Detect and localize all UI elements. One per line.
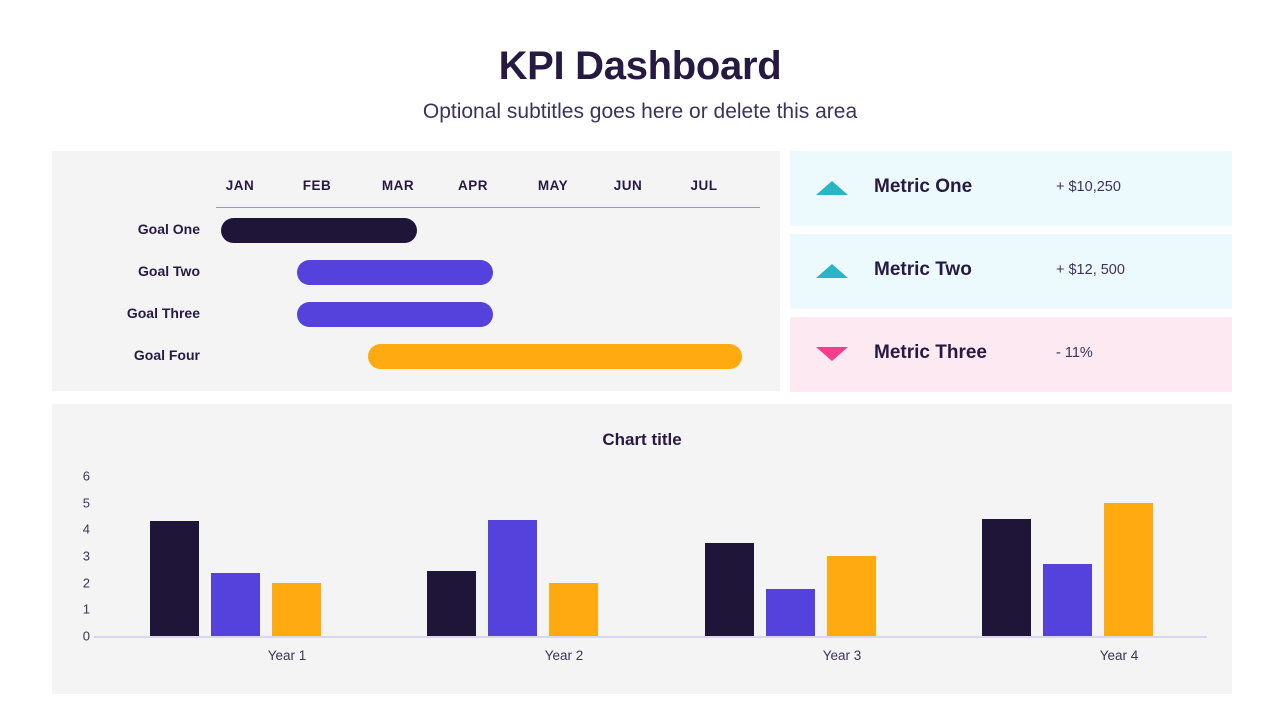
gantt-row: Goal Two: [52, 252, 780, 294]
gantt-row-label: Goal Four: [52, 347, 200, 363]
page-title: KPI Dashboard: [0, 0, 1280, 88]
metric-value: - 11%: [1056, 345, 1093, 361]
metric-card[interactable]: Metric One + $10,250: [790, 151, 1232, 226]
bar-chart-plot: 0 1 2 3 4 5 6 Year 1 Year 2 Year 3 Year 4: [52, 404, 1232, 694]
chart-bar[interactable]: [211, 573, 260, 636]
chart-bar[interactable]: [272, 583, 321, 636]
gantt-bar[interactable]: [297, 260, 493, 285]
metric-cards: Metric One+ $10,250Metric Two+ $12, 500M…: [790, 151, 1232, 391]
x-axis-group-label: Year 4: [1100, 648, 1139, 663]
y-axis-tick: 5: [64, 495, 90, 510]
gantt-month-jun: JUN: [614, 178, 643, 193]
y-axis-tick: 1: [64, 602, 90, 617]
metric-label: Metric Three: [874, 342, 987, 364]
gantt-month-apr: APR: [458, 178, 488, 193]
y-axis-tick: 0: [64, 629, 90, 644]
gantt-month-jan: JAN: [226, 178, 255, 193]
chart-bar[interactable]: [827, 556, 876, 636]
y-axis-tick: 4: [64, 522, 90, 537]
metric-label: Metric One: [874, 176, 972, 198]
triangle-down-icon: [816, 347, 848, 361]
triangle-up-icon: [816, 181, 848, 195]
chart-bar[interactable]: [488, 520, 537, 636]
gantt-bar[interactable]: [297, 302, 493, 327]
chart-bar[interactable]: [549, 583, 598, 636]
bar-chart-panel: Chart title 0123456Year 1Year 2Year 3Yea…: [52, 404, 1232, 694]
gantt-month-mar: MAR: [382, 178, 414, 193]
gantt-axis-line: [216, 207, 760, 208]
page-subtitle: Optional subtitles goes here or delete t…: [0, 88, 1280, 123]
chart-x-axis-line: [94, 636, 1207, 638]
chart-bar[interactable]: [1104, 503, 1153, 637]
metric-value: + $10,250: [1056, 179, 1121, 195]
metric-label: Metric Two: [874, 259, 972, 281]
chart-bar[interactable]: [150, 521, 199, 636]
metric-card[interactable]: Metric Two + $12, 500: [790, 234, 1232, 309]
y-axis-tick: 2: [64, 575, 90, 590]
gantt-row-label: Goal One: [52, 221, 200, 237]
metric-value: + $12, 500: [1056, 262, 1125, 278]
gantt-row: Goal Three: [52, 294, 780, 336]
gantt-row-label: Goal Three: [52, 305, 200, 321]
chart-bar[interactable]: [427, 571, 476, 636]
dashboard-header: KPI Dashboard Optional subtitles goes he…: [0, 0, 1280, 123]
chart-bar[interactable]: [982, 519, 1031, 636]
gantt-month-feb: FEB: [303, 178, 332, 193]
gantt-month-header: JAN FEB MAR APR MAY JUN JUL: [52, 151, 780, 201]
x-axis-group-label: Year 3: [823, 648, 862, 663]
y-axis-tick: 3: [64, 548, 90, 563]
gantt-bar[interactable]: [368, 344, 742, 369]
gantt-row-label: Goal Two: [52, 263, 200, 279]
x-axis-group-label: Year 2: [545, 648, 584, 663]
chart-bar[interactable]: [766, 589, 815, 636]
x-axis-group-label: Year 1: [268, 648, 307, 663]
gantt-month-may: MAY: [538, 178, 568, 193]
gantt-row: Goal One: [52, 210, 780, 252]
y-axis-tick: 6: [64, 468, 90, 483]
gantt-month-jul: JUL: [690, 178, 717, 193]
chart-bar[interactable]: [705, 543, 754, 636]
goals-timeline-panel: JAN FEB MAR APR MAY JUN JUL Goal One Goal Two Go…: [52, 151, 780, 391]
gantt-bar[interactable]: [221, 218, 417, 243]
chart-bar[interactable]: [1043, 564, 1092, 636]
metric-card[interactable]: Metric Three - 11%: [790, 317, 1232, 392]
triangle-up-icon: [816, 264, 848, 278]
gantt-row: Goal Four: [52, 336, 780, 378]
